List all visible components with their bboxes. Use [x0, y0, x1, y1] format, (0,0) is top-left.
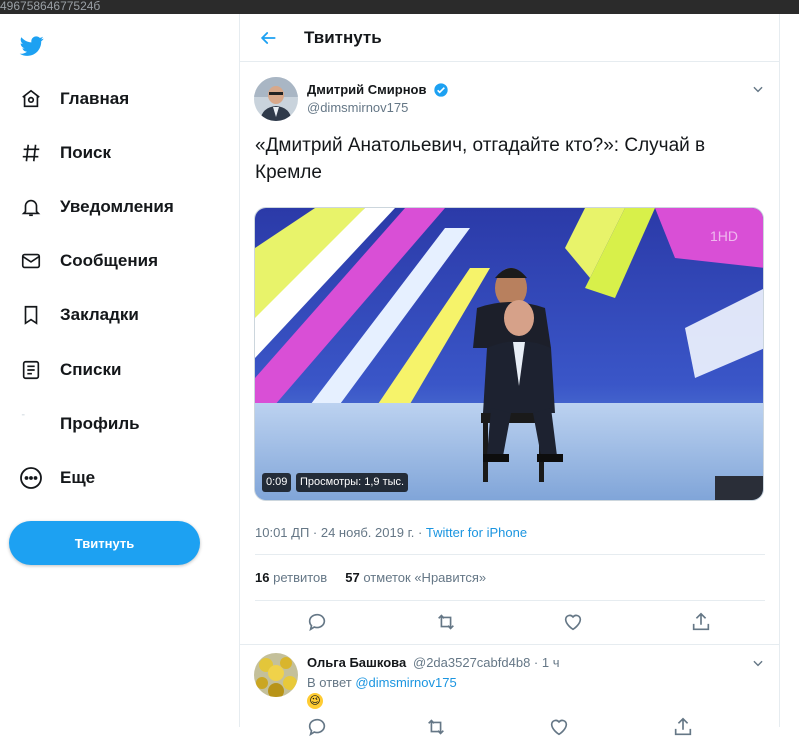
chevron-down-icon[interactable] — [751, 656, 765, 670]
main-column: Твитнуть Дмитрий Смирнов @dimsmirnov175 … — [239, 14, 780, 737]
tweet-stats: 16 ретвитов 57 отметок «Нравится» — [255, 570, 486, 585]
tweet-source-link[interactable]: Twitter for iPhone — [426, 525, 527, 540]
sidebar-item-notifications[interactable]: Уведомления — [18, 192, 174, 222]
like-heart-icon[interactable] — [562, 611, 584, 633]
reply-to-link[interactable]: @dimsmirnov175 — [355, 675, 456, 690]
reply-author-handle[interactable]: @2da3527cabfd4b8 · 1 ч — [413, 655, 559, 670]
bell-icon — [18, 194, 44, 220]
author-name[interactable]: Дмитрий Смирнов — [307, 82, 427, 97]
browser-url-bar[interactable]: 49675864677524б — [0, 0, 799, 14]
sidebar-item-lists[interactable]: Списки — [18, 355, 121, 385]
hashtag-icon — [18, 140, 44, 166]
twitter-logo-icon[interactable] — [18, 34, 46, 58]
envelope-icon — [18, 248, 44, 274]
page-header: Твитнуть — [240, 14, 780, 62]
page-title: Твитнуть — [304, 28, 382, 47]
sidebar-item-messages[interactable]: Сообщения — [18, 246, 158, 276]
video-thumbnail: 1HD — [255, 208, 763, 500]
author-handle[interactable]: @dimsmirnov175 — [307, 100, 408, 115]
video-views: Просмотры: 1,9 тыс. — [296, 473, 409, 492]
url-text: 49675864677524б — [0, 0, 101, 13]
tweet-video[interactable]: 1HD 0:09 Просмотры: 1,9 тыс. — [254, 207, 764, 501]
likes-count[interactable]: 57 — [345, 570, 359, 585]
tweet-meta: 10:01 ДП · 24 нояб. 2019 г. · Twitter fo… — [255, 525, 527, 540]
sidebar-item-label: Главная — [60, 89, 130, 108]
sidebar-item-label: Еще — [60, 468, 96, 487]
bookmark-icon — [18, 302, 44, 328]
share-icon[interactable] — [690, 611, 712, 633]
meta-separator: · — [414, 525, 426, 540]
chevron-down-icon[interactable] — [751, 82, 765, 96]
reply-icon[interactable] — [306, 611, 328, 633]
sidebar-item-label: Списки — [60, 360, 122, 379]
channel-watermark: 1HD — [710, 228, 738, 244]
reply-author-name[interactable]: Ольга Башкова — [307, 655, 406, 670]
sidebar-item-explore[interactable]: Поиск — [18, 138, 111, 168]
sidebar-item-profile[interactable]: Профиль — [18, 409, 140, 439]
verified-badge-icon — [434, 83, 448, 97]
retweet-icon[interactable] — [425, 716, 447, 738]
like-heart-icon[interactable] — [548, 716, 570, 738]
tweet-text: «Дмитрий Анатольевич, отгадайте кто?»: С… — [255, 135, 706, 183]
sidebar-item-label: Сообщения — [60, 251, 158, 270]
author-avatar[interactable] — [254, 77, 298, 121]
retweets-count[interactable]: 16 — [255, 570, 269, 585]
home-icon — [18, 86, 44, 112]
tweet-timestamp[interactable]: 10:01 ДП · 24 нояб. 2019 г. — [255, 525, 414, 540]
share-icon[interactable] — [672, 716, 694, 738]
wink-emoji: 😉 — [307, 693, 323, 709]
retweet-icon[interactable] — [435, 611, 457, 633]
sidebar-item-label: Профиль — [60, 414, 140, 433]
likes-label[interactable]: отметок «Нравится» — [363, 570, 486, 585]
back-arrow-icon[interactable] — [258, 28, 278, 48]
sidebar-item-more[interactable]: Еще — [18, 463, 95, 493]
video-duration: 0:09 — [262, 473, 292, 492]
profile-icon — [18, 411, 44, 437]
reply-author-avatar[interactable] — [254, 653, 298, 697]
sidebar-nav: Главная Поиск Уведомления Сообщения Закл… — [0, 14, 240, 727]
retweets-label[interactable]: ретвитов — [273, 570, 327, 585]
sidebar-item-label: Поиск — [60, 143, 112, 162]
sidebar-item-label: Уведомления — [60, 197, 174, 216]
sidebar-item-home[interactable]: Главная — [18, 84, 129, 114]
divider — [255, 600, 765, 601]
more-icon — [18, 465, 44, 491]
reply-icon[interactable] — [306, 716, 328, 738]
list-icon — [18, 357, 44, 383]
reply-prefix: В ответ — [307, 675, 352, 690]
divider — [255, 554, 765, 555]
divider — [240, 644, 780, 645]
sidebar-item-bookmarks[interactable]: Закладки — [18, 300, 139, 330]
compose-tweet-button[interactable]: Твитнуть — [9, 521, 200, 565]
reply-context: В ответ @dimsmirnov175 — [307, 675, 457, 690]
sidebar-item-label: Закладки — [60, 305, 139, 324]
